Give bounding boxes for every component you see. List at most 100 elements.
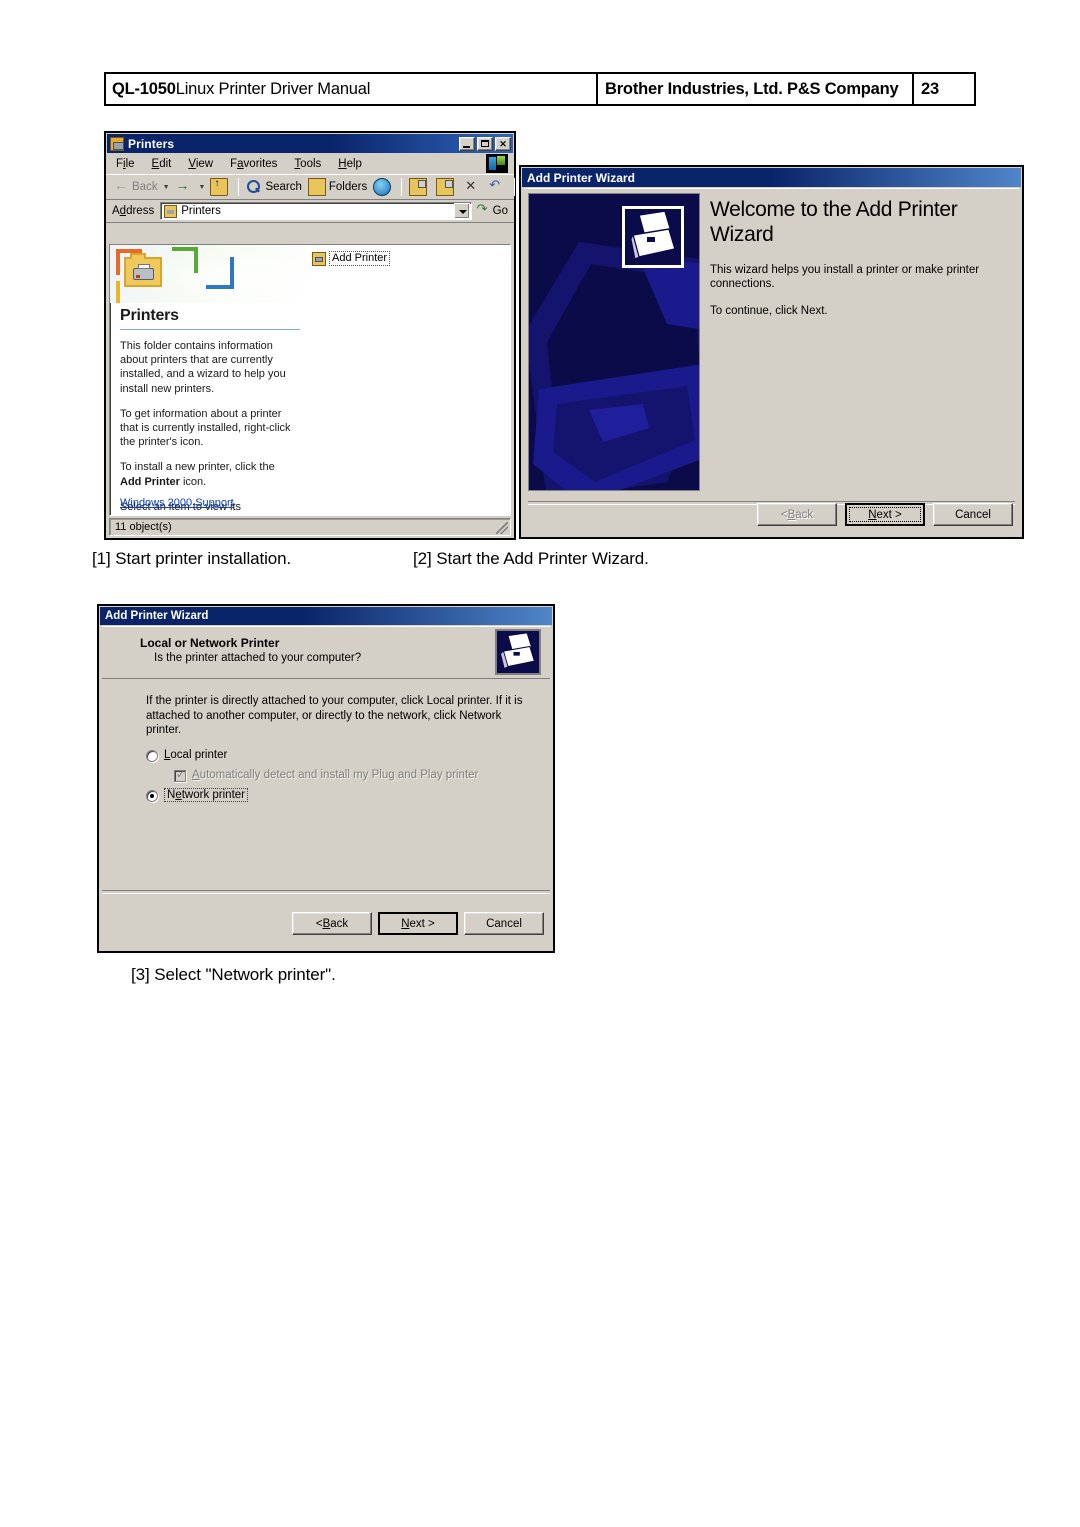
toolbar-up-button[interactable] (207, 176, 234, 198)
wizard3-content: If the printer is directly attached to y… (102, 680, 550, 891)
window-controls[interactable]: ✕ (459, 136, 513, 151)
windows-2000-support-link[interactable]: Windows 2000 Support (120, 497, 234, 509)
banner-bracket-green-icon (172, 247, 198, 273)
wizard-window-title: Add Printer Wizard (527, 170, 635, 185)
address-chevron-down-icon[interactable] (453, 203, 470, 219)
printers-window-title: Printers (128, 136, 175, 151)
option-auto-detect[interactable]: Automatically detect and install my Plug… (174, 768, 530, 782)
next-button[interactable]: Next > (378, 912, 458, 935)
wizard3-page-title: Local or Network Printer (140, 636, 280, 650)
cancel-button[interactable]: Cancel (933, 503, 1013, 526)
page-header: QL-1050 Linux Printer Driver Manual Brot… (104, 72, 976, 106)
toolbar-forward-button[interactable] (172, 176, 197, 198)
wizard-title-bar[interactable]: Add Printer Wizard (522, 168, 1021, 187)
wizard3-header: Local or Network Printer Is the printer … (102, 626, 550, 678)
local-printer-label: Local printer (164, 748, 228, 761)
printer-led-icon (136, 275, 140, 278)
toolbar-separator-3 (514, 178, 516, 196)
banner-bracket-blue-icon (206, 257, 234, 289)
explorer-file-pane[interactable]: Add Printer (306, 245, 510, 515)
toolbar-history-button[interactable] (370, 176, 397, 198)
add-printer-wizard-welcome-window[interactable]: Add Printer Wizard Welcome to the Add Pr… (519, 165, 1024, 539)
info-pane-title: Printers (120, 307, 179, 324)
toolbar-undo-button[interactable] (485, 176, 510, 198)
back-dropdown-chevron-icon[interactable]: ▼ (163, 184, 170, 191)
explorer-content: Printers This folder contains informatio… (109, 244, 511, 516)
cancel-button[interactable]: Cancel (464, 912, 544, 935)
menu-item-edit[interactable]: Edit (152, 158, 172, 170)
windows-logo-icon (486, 154, 508, 173)
info-desc-1: This folder contains information about p… (120, 340, 286, 395)
go-button[interactable]: Go (475, 201, 514, 218)
printers-explorer-window[interactable]: Printers ✕ File Edit View Favorites Tool… (104, 131, 552, 540)
next-button[interactable]: Next > (845, 503, 925, 526)
close-button-icon[interactable]: ✕ (495, 136, 511, 151)
address-bar[interactable]: Address Printers Go (106, 200, 514, 223)
forward-dropdown-chevron-icon[interactable]: ▼ (199, 184, 206, 191)
toolbar-move-to-button[interactable] (406, 176, 433, 198)
info-pane-rule (120, 329, 300, 330)
toolbar-separator (238, 178, 240, 196)
printers-folder-icon (110, 136, 124, 151)
back-button[interactable]: < Back (292, 912, 372, 935)
option-local-printer[interactable]: Local printer (146, 749, 530, 762)
menu-item-file[interactable]: File (116, 158, 135, 170)
toolbar-search-button[interactable]: Search (243, 176, 304, 198)
printers-banner (110, 245, 306, 303)
network-printer-radio[interactable] (146, 789, 158, 802)
explorer-info-pane: Printers This folder contains informatio… (110, 245, 306, 515)
toolbar[interactable]: Back ▼ ▼ Search Folders (106, 174, 552, 200)
wizard3-intro-text: If the printer is directly attached to y… (146, 695, 523, 736)
address-input[interactable]: Printers (160, 202, 472, 220)
auto-detect-checkbox[interactable] (174, 768, 186, 782)
add-printer-icon (312, 251, 326, 266)
list-item[interactable]: Add Printer (312, 251, 391, 266)
wizard-button-row[interactable]: < Back Next > Cancel (757, 503, 1013, 526)
local-printer-radio[interactable] (146, 749, 158, 762)
caption-step-1: [1] Start printer installation. (92, 549, 292, 568)
forward-arrow-icon (175, 177, 191, 195)
history-globe-icon (373, 178, 392, 196)
caption-step-2: [2] Start the Add Printer Wizard. (413, 549, 649, 568)
menu-item-favorites[interactable]: Favorites (230, 158, 277, 170)
move-to-folder-icon (409, 178, 428, 196)
up-folder-icon (210, 178, 229, 196)
resize-grip-icon[interactable] (496, 522, 508, 534)
auto-detect-label: Automatically detect and install my Plug… (192, 768, 479, 781)
toolbar-folders-button[interactable]: Folders (305, 176, 370, 198)
wizard-body: Welcome to the Add Printer Wizard This w… (524, 188, 1019, 534)
info-desc-3: To install a new printer, click the Add … (120, 461, 275, 488)
menu-bar[interactable]: File Edit View Favorites Tools Help (106, 154, 514, 174)
status-text: 11 object(s) (115, 521, 172, 533)
local-or-network-printer-window[interactable]: Add Printer Wizard Local or Network Prin… (97, 604, 555, 953)
wizard3-title-bar[interactable]: Add Printer Wizard (100, 607, 552, 625)
maximize-button-icon[interactable] (477, 136, 493, 151)
header-manual-suffix: Linux Printer Driver Manual (175, 79, 371, 98)
option-network-printer[interactable]: Network printer (146, 787, 530, 802)
address-value: Printers (181, 205, 221, 217)
info-desc-2: To get information about a printer that … (120, 407, 291, 449)
toolbar-back-button[interactable]: Back (110, 176, 161, 198)
wizard-printer-icon (622, 206, 684, 268)
menu-item-view[interactable]: View (188, 158, 213, 170)
wizard-paragraph-1: This wizard helps you install a printer … (710, 264, 980, 290)
back-button[interactable]: < Back (757, 503, 837, 526)
menu-item-tools[interactable]: Tools (294, 158, 321, 170)
status-bar: 11 object(s) (109, 518, 511, 536)
toolbar-copy-to-button[interactable] (433, 176, 460, 198)
wizard3-button-row[interactable]: < Back Next > Cancel (292, 912, 544, 935)
wizard3-printer-icon (495, 629, 541, 675)
header-manual-title: QL-1050 Linux Printer Driver Manual (106, 74, 596, 104)
printers-title-bar[interactable]: Printers ✕ (107, 134, 513, 153)
toolbar-delete-button[interactable] (460, 176, 485, 198)
back-arrow-icon (113, 177, 129, 195)
minimize-button-icon[interactable] (459, 136, 475, 151)
go-arrow-icon (477, 201, 491, 218)
address-label: Address (112, 205, 155, 217)
caption-step-3: [3] Select "Network printer". (131, 965, 336, 984)
toolbar-separator-2 (401, 178, 403, 196)
printer-paper-icon (138, 264, 150, 269)
wizard-paragraph-2: To continue, click Next. (710, 305, 828, 317)
menu-item-help[interactable]: Help (338, 158, 362, 170)
delete-x-icon (463, 178, 479, 195)
